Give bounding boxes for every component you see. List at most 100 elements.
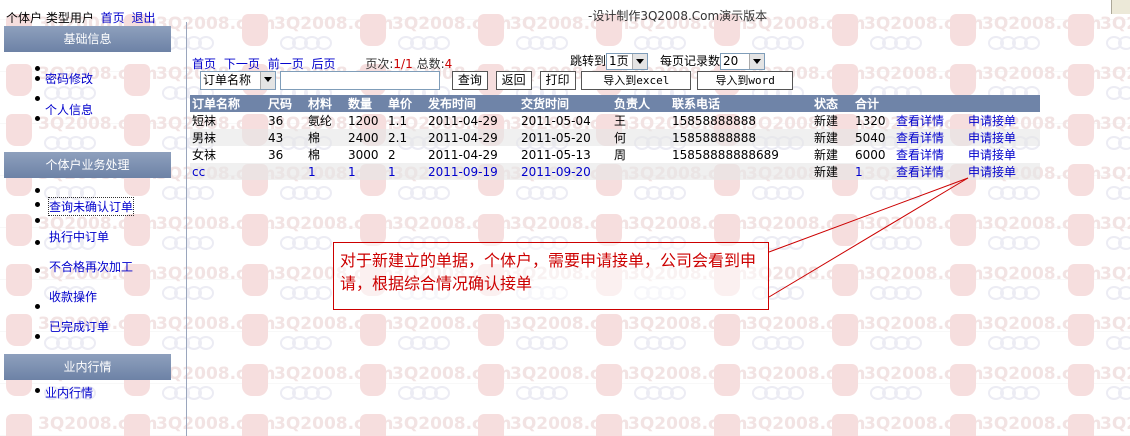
first-page-link[interactable]: 首页	[192, 57, 216, 71]
column-header: 状态	[812, 95, 853, 112]
next-page-link[interactable]: 下一页	[224, 57, 260, 71]
cell-qty: 3000	[348, 147, 379, 162]
watermark-rings-icon	[870, 286, 930, 300]
cell-total: 1	[853, 163, 894, 180]
prev-page-link[interactable]: 前一页	[268, 57, 304, 71]
cell-phone: 15858888888	[670, 129, 812, 146]
view-details-link[interactable]: 查看详情	[894, 146, 966, 163]
sidebar-item-reprocess[interactable]: 不合格再次加工	[49, 258, 133, 275]
bullet-icon	[35, 388, 40, 393]
per-page-select[interactable]: 20	[720, 53, 766, 70]
cell-delivery-date: 2011-05-13	[521, 147, 591, 162]
cell-phone: 15858888888689	[672, 147, 779, 162]
watermark-rings-icon	[1106, 36, 1130, 50]
cell-price: 2	[388, 147, 396, 162]
table-row: 男袜 43 棉 2400 2.1 2011-04-29 2011-05-20 何…	[190, 129, 1040, 146]
search-input[interactable]	[280, 71, 440, 90]
export-word-button[interactable]: 导入到word	[697, 71, 794, 90]
watermark-rings-icon	[1106, 336, 1130, 350]
watermark-logo-icon	[360, 414, 386, 436]
cell-phone: 15858888888	[672, 113, 756, 128]
cell-material: 棉	[306, 129, 346, 146]
cell-size	[266, 163, 306, 180]
cell-name: 男袜	[190, 129, 266, 146]
watermark-rings-icon	[634, 386, 694, 400]
watermark-logo-icon	[950, 314, 976, 346]
logout-link[interactable]: 退出	[132, 11, 156, 25]
cell-price: 1	[386, 163, 426, 180]
home-link[interactable]: 首页	[101, 11, 125, 25]
sidebar-item-orders-in-progress[interactable]: 执行中订单	[49, 228, 109, 245]
cell-size: 36	[268, 113, 284, 128]
table-header-row: 订单名称 尺码 材料 数量 单价 发布时间 交货时间 负责人 联系电话 状态 合…	[190, 95, 1040, 112]
table-row: 女袜 36 棉 3000 2 2011-04-29 2011-05-13 周 1…	[190, 146, 1040, 163]
watermark-logo-icon	[242, 364, 268, 396]
table-row: 短袜 36 氨纶 1200 1.1 2011-04-29 2011-05-04 …	[190, 112, 1040, 129]
sidebar-section-basic-info[interactable]: 基础信息	[4, 26, 171, 52]
query-button[interactable]: 查询	[451, 71, 488, 90]
annotation-callout: 对于新建立的单据，个体户，需要申请接单，公司会看到申请，根据综合情况确认接单	[333, 242, 769, 310]
watermark-logo-icon	[478, 414, 504, 436]
search-field-select[interactable]: 订单名称	[200, 71, 276, 90]
watermark-logo-icon	[714, 414, 740, 436]
column-header: 联系电话	[670, 95, 812, 112]
watermark-logo-icon	[1068, 364, 1094, 396]
export-excel-button[interactable]: 导入到excel	[581, 71, 692, 90]
apply-order-link[interactable]: 申请接单	[966, 163, 1040, 180]
column-header	[966, 95, 1040, 112]
cell-total: 1320	[855, 113, 886, 128]
watermark-logo-icon	[478, 314, 504, 346]
sidebar-item-industry-news[interactable]: 业内行情	[45, 384, 93, 401]
cell-owner: 何	[612, 129, 670, 146]
watermark-rings-icon	[870, 336, 930, 350]
sidebar-item-payment[interactable]: 收款操作	[49, 288, 97, 305]
watermark-rings-icon	[988, 286, 1048, 300]
sidebar-item-password-change[interactable]: 密码修改	[45, 70, 93, 87]
watermark-logo-icon	[596, 414, 622, 436]
jump-page-value: 1页	[609, 54, 629, 68]
page-info: 页次:1/1 总数:4	[365, 57, 452, 71]
page-label: 页次:	[365, 57, 394, 71]
sidebar-section-business[interactable]: 个体户业务处理	[4, 152, 171, 178]
column-header: 发布时间	[426, 95, 519, 112]
jump-page-select[interactable]: 1页	[606, 53, 649, 70]
cell-delivery-date: 2011-05-20	[519, 129, 612, 146]
apply-order-link[interactable]: 申请接单	[966, 146, 1040, 163]
cell-qty: 1	[346, 163, 386, 180]
watermark-logo-icon	[1068, 164, 1094, 196]
per-page-value: 20	[723, 54, 739, 68]
total-label: 总数:	[416, 57, 445, 71]
sidebar-section-industry[interactable]: 业内行情	[4, 354, 171, 380]
total-value: 4	[444, 57, 453, 71]
callout-text: 对于新建立的单据，个体户，需要申请接单，公司会看到申请，根据综合情况确认接单	[340, 251, 757, 293]
column-header: 尺码	[266, 95, 306, 112]
watermark-rings-icon	[634, 336, 694, 350]
view-details-link[interactable]: 查看详情	[894, 112, 966, 129]
pager: 首页 下一页 前一页 后页 页次:1/1 总数:4	[192, 55, 452, 72]
view-details-link[interactable]: 查看详情	[894, 163, 966, 180]
last-page-link[interactable]: 后页	[312, 57, 336, 71]
per-page-label: 每页记录数	[660, 54, 721, 68]
watermark-rings-icon	[516, 336, 576, 350]
view-details-link[interactable]: 查看详情	[894, 129, 966, 146]
chevron-down-icon	[260, 72, 275, 89]
sidebar-item-completed-orders[interactable]: 已完成订单	[49, 318, 109, 335]
orders-table: 订单名称 尺码 材料 数量 单价 发布时间 交货时间 负责人 联系电话 状态 合…	[190, 95, 1040, 180]
back-button[interactable]: 返回	[495, 71, 532, 90]
cell-qty: 2400	[346, 129, 386, 146]
watermark-rings-icon	[1106, 136, 1130, 150]
apply-order-link[interactable]: 申请接单	[966, 129, 1040, 146]
print-button[interactable]: 打印	[539, 71, 576, 90]
table-row: cc 1 1 1 2011-09-19 2011-09-20 新建 1 查看详情…	[190, 163, 1040, 180]
apply-order-link[interactable]: 申请接单	[966, 112, 1040, 129]
scrollbar-up-button[interactable]	[1111, 0, 1130, 14]
page: 3Q2008.com 3Q2008.com 3Q2008.com 3Q2008.com…	[0, 0, 1130, 436]
watermark-rings-icon	[1106, 386, 1130, 400]
search-field-value: 订单名称	[203, 73, 252, 87]
cell-status: 新建	[814, 114, 839, 128]
cell-name: cc	[190, 163, 266, 180]
bullet-icon	[35, 116, 40, 121]
sidebar-item-personal-info[interactable]: 个人信息	[45, 101, 93, 118]
bullet-icon	[35, 202, 40, 207]
sidebar-item-unconfirmed-orders[interactable]: 查询未确认订单	[47, 197, 135, 216]
